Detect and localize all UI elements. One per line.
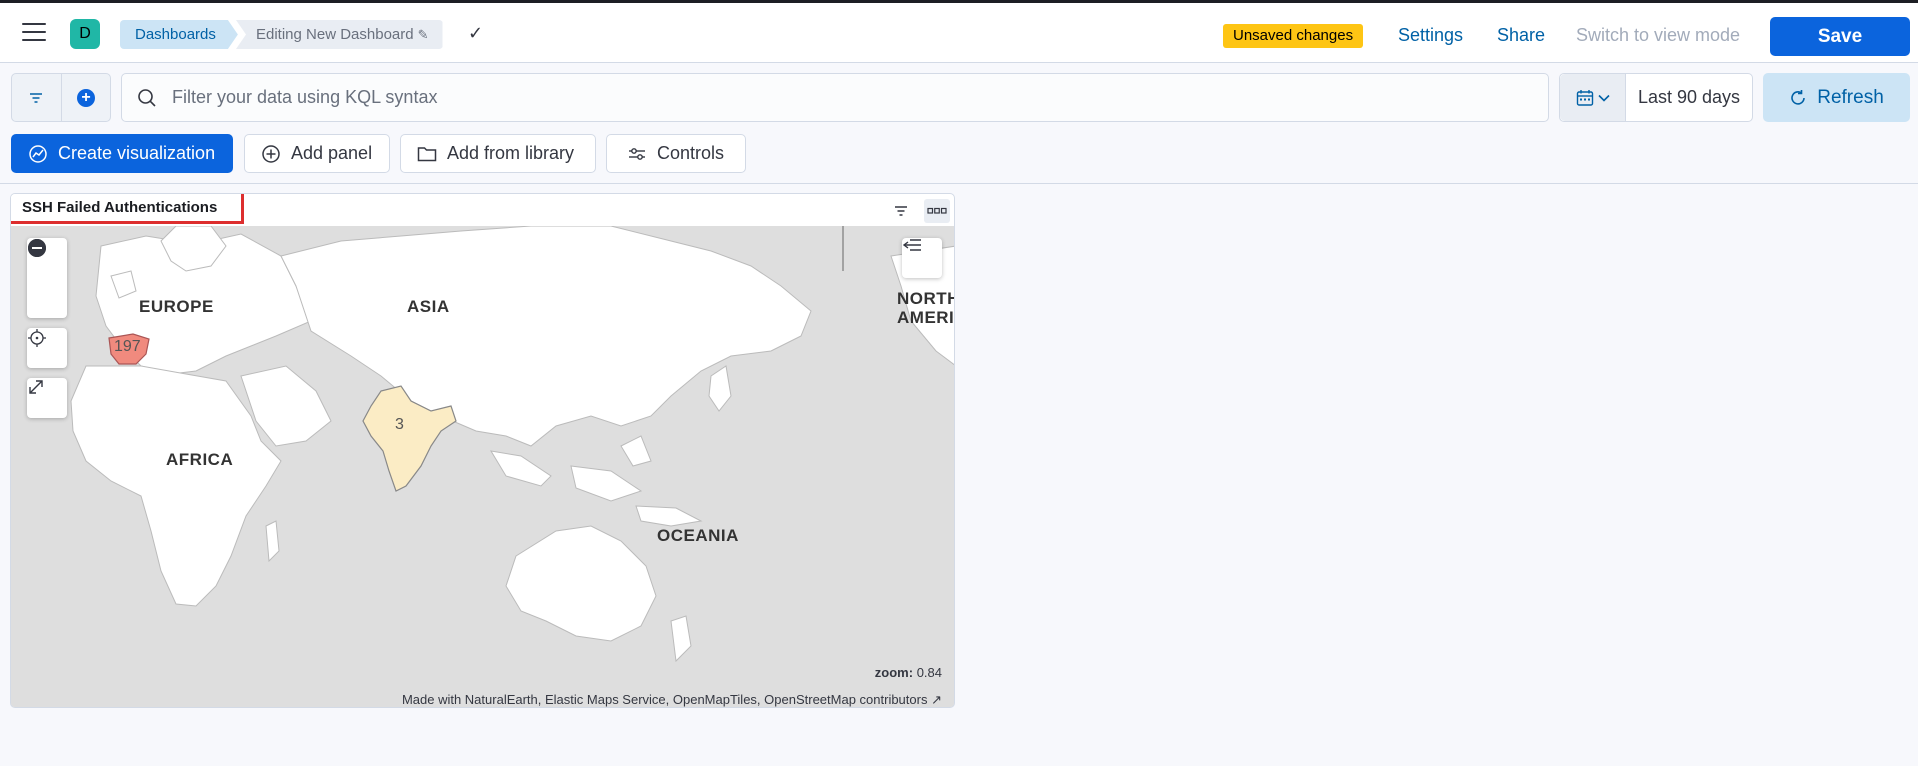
settings-link[interactable]: Settings	[1398, 25, 1463, 46]
hamburger-menu-icon[interactable]	[22, 23, 46, 43]
zoom-readout: zoom: 0.84	[875, 665, 942, 680]
locate-control[interactable]	[27, 328, 67, 368]
map-panel: SSH Failed Authentications EUROPE ASIA N…	[10, 193, 955, 708]
label-asia: ASIA	[407, 297, 450, 316]
boxes-horizontal-icon	[927, 207, 947, 214]
region-count-spain: 197	[114, 338, 141, 355]
filter-controls: +	[11, 73, 111, 122]
crosshair-icon	[28, 329, 46, 347]
visualize-app-icon	[29, 144, 47, 163]
zoom-value: 0.84	[916, 665, 942, 680]
unsaved-changes-badge: Unsaved changes	[1223, 24, 1364, 48]
add-from-library-button[interactable]: Add from library	[400, 134, 596, 173]
panel-filter-button[interactable]	[888, 199, 914, 223]
add-filter-button[interactable]: +	[60, 74, 110, 121]
legend-toggle-button[interactable]	[902, 238, 942, 278]
zoom-controls	[27, 238, 67, 318]
create-visualization-button[interactable]: Create visualization	[11, 134, 233, 173]
refresh-icon	[1791, 89, 1806, 105]
panel-options-button[interactable]	[924, 199, 950, 223]
toolbar-divider	[0, 183, 1918, 184]
switch-to-view-mode-link[interactable]: Switch to view mode	[1576, 25, 1740, 46]
refresh-label: Refresh	[1817, 86, 1884, 108]
label-africa: AFRICA	[166, 450, 234, 469]
space-avatar[interactable]: D	[70, 19, 100, 49]
calendar-icon	[1576, 89, 1593, 106]
world-map[interactable]: EUROPE ASIA NORTH AMERICA AFRICA OCEANIA…	[11, 226, 955, 707]
add-panel-button[interactable]: Add panel	[244, 134, 390, 173]
breadcrumb-current-label: Editing New Dashboard	[256, 26, 414, 43]
check-icon[interactable]: ✓	[468, 23, 483, 44]
panel-title[interactable]: SSH Failed Authentications	[11, 194, 244, 224]
folder-icon	[417, 146, 437, 161]
filter-icon	[895, 206, 907, 216]
date-range-label[interactable]: Last 90 days	[1626, 74, 1752, 121]
map-attribution[interactable]: Made with NaturalEarth, Elastic Maps Ser…	[401, 692, 942, 707]
zoom-out-button[interactable]	[27, 239, 67, 318]
fullscreen-control[interactable]	[27, 378, 67, 418]
create-visualization-label: Create visualization	[58, 143, 216, 163]
label-north-america: NORTH AMERICA	[897, 289, 955, 327]
menu-left-icon	[902, 239, 921, 251]
save-button[interactable]: Save	[1770, 17, 1910, 56]
region-count-india: 3	[395, 416, 404, 433]
zoom-label: zoom:	[874, 665, 914, 680]
controls-label: Controls	[657, 143, 725, 163]
kql-search-bar	[121, 73, 1549, 122]
kql-search-input[interactable]	[172, 87, 1532, 108]
top-header: D Dashboards Editing New Dashboard ✎ ✓ Un…	[0, 0, 1918, 63]
add-panel-label: Add panel	[291, 143, 373, 163]
chevron-down-icon	[1597, 94, 1610, 102]
plus-in-circle-icon	[262, 144, 280, 163]
breadcrumb-dashboards[interactable]: Dashboards	[120, 20, 238, 49]
expand-icon	[29, 380, 43, 394]
controls-button[interactable]: Controls	[606, 134, 746, 173]
date-picker: Last 90 days	[1559, 73, 1753, 122]
filter-icon	[30, 92, 43, 103]
pencil-icon: ✎	[417, 27, 429, 42]
breadcrumb-current[interactable]: Editing New Dashboard ✎	[236, 20, 443, 49]
label-europe: EUROPE	[139, 297, 214, 316]
external-link-icon: ↗	[931, 692, 942, 707]
attribution-text: Made with NaturalEarth, Elastic Maps Ser…	[401, 692, 928, 707]
filter-menu-button[interactable]	[12, 74, 61, 121]
quick-select-button[interactable]	[1560, 74, 1626, 121]
add-from-library-label: Add from library	[447, 143, 575, 163]
zoom-out-icon	[28, 239, 46, 257]
controls-icon	[629, 147, 645, 160]
label-oceania: OCEANIA	[657, 526, 739, 545]
plus-circle-icon: +	[76, 88, 95, 107]
search-icon	[122, 88, 172, 108]
refresh-button[interactable]: Refresh	[1763, 73, 1910, 122]
panel-actions	[888, 199, 950, 223]
share-link[interactable]: Share	[1497, 25, 1545, 46]
